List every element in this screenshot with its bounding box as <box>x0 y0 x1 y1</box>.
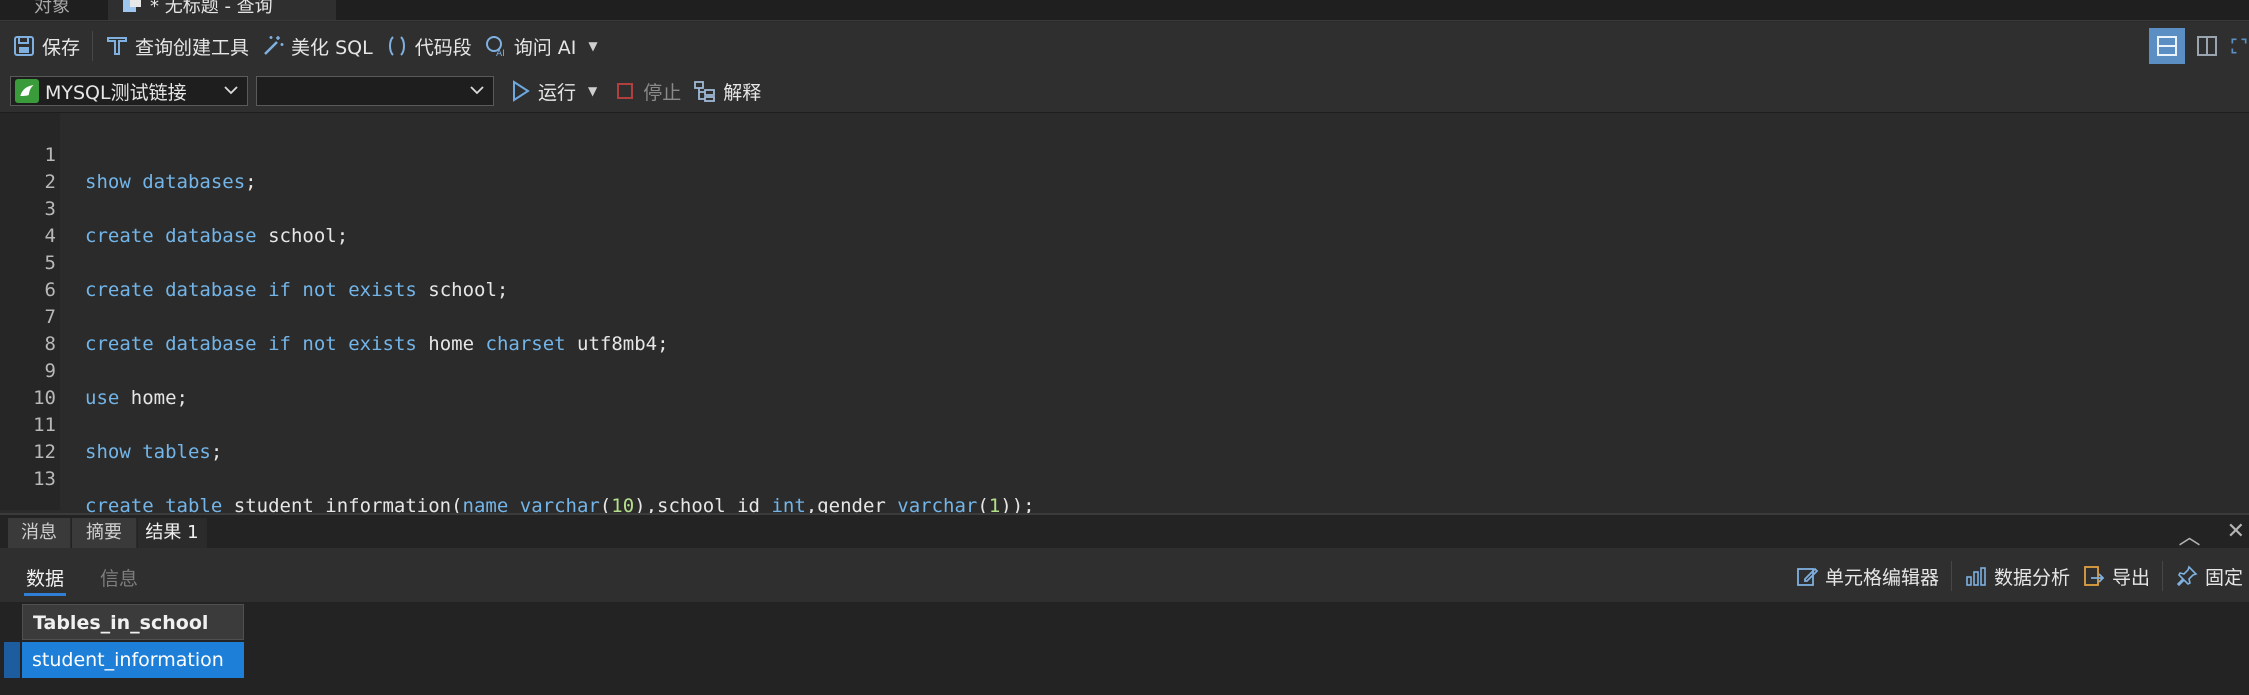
save-button[interactable]: 保存 <box>6 28 86 64</box>
run-button[interactable]: 运行 ▼ <box>502 73 603 109</box>
database-select[interactable] <box>256 76 494 106</box>
connection-select-value: MYSQL测试链接 <box>45 81 187 104</box>
beautify-sql-label: 美化 SQL <box>291 36 373 59</box>
tab-result-1[interactable]: 结果 1 <box>138 518 207 548</box>
query-builder-button[interactable]: 查询创建工具 <box>99 28 255 64</box>
result-panel-tabs: 消息 摘要 结果 1 ︿ ✕ <box>0 513 2249 551</box>
result-grid: Tables_in_school student_information <box>0 602 2249 695</box>
close-panel-icon[interactable]: ✕ <box>2227 519 2245 551</box>
stop-button[interactable]: 停止 <box>607 73 687 109</box>
code-snippet-button[interactable]: 代码段 <box>379 28 478 64</box>
chevron-down-icon <box>224 86 238 95</box>
pin-label: 固定 <box>2204 566 2243 589</box>
result-actions: 单元格编辑器 数据分析 导出 固定 <box>1789 558 2249 594</box>
split-vertical-icon <box>2197 36 2217 56</box>
tab-summary-label: 摘要 <box>86 522 122 543</box>
fullscreen-icon <box>2231 38 2247 54</box>
pin-icon <box>2176 565 2198 587</box>
save-label: 保存 <box>42 36 81 59</box>
ask-ai-label: 询问 AI <box>513 36 577 59</box>
stop-label: 停止 <box>643 81 682 104</box>
run-toolbar: MYSQL测试链接 运行 ▼ 停止 解释 <box>0 70 2249 113</box>
tab-messages[interactable]: 消息 <box>8 518 71 548</box>
cell-editor-label: 单元格编辑器 <box>1824 566 1939 589</box>
split-horizontal-icon <box>2157 36 2177 56</box>
export-button[interactable]: 导出 <box>2076 558 2156 594</box>
subtab-data[interactable]: 数据 <box>23 564 67 596</box>
query-builder-label: 查询创建工具 <box>135 36 250 59</box>
code-line[interactable]: 11 show tables; <box>0 385 222 463</box>
code-line[interactable]: 8 <box>0 304 56 355</box>
connection-select[interactable]: MYSQL测试链接 <box>10 76 248 106</box>
run-dropdown-icon[interactable]: ▼ <box>588 84 597 98</box>
edit-pencil-icon <box>1797 567 1819 586</box>
code-line[interactable]: 5 create database if not exists school; <box>0 223 509 301</box>
query-builder-icon <box>107 37 128 55</box>
code-line[interactable]: 12 <box>0 412 56 463</box>
chevron-down-icon <box>470 86 484 95</box>
export-icon <box>2084 566 2105 586</box>
code-line[interactable]: 10 <box>0 358 56 409</box>
ask-ai-dropdown-icon[interactable]: ▼ <box>588 39 597 53</box>
fullscreen-button[interactable] <box>2229 28 2249 64</box>
toolbar-separator <box>2161 561 2163 591</box>
code-line[interactable]: 3 create database school; <box>0 169 349 247</box>
explain-icon <box>694 81 716 102</box>
tab-objects[interactable]: 对象 <box>20 0 120 20</box>
ai-assistant-icon: AI <box>485 36 505 58</box>
explain-button[interactable]: 解释 <box>687 73 767 109</box>
tab-untitled-query[interactable]: * 无标题 - 查询 <box>108 0 336 20</box>
sql-editor[interactable]: 1 show databases; 2 3 create database sc… <box>0 113 2249 517</box>
tab-untitled-query-label: * 无标题 - 查询 <box>150 0 273 17</box>
query-toolbar: 保存 查询创建工具 美化 SQL 代码段 AI 询问 AI ▼ <box>0 22 2249 70</box>
tab-result-1-label: 结果 1 <box>145 522 199 543</box>
tab-messages-label: 消息 <box>21 522 57 543</box>
play-icon <box>513 80 530 102</box>
beautify-sql-button[interactable]: 美化 SQL <box>255 28 379 64</box>
column-header-tables-in-school[interactable]: Tables_in_school <box>22 604 244 640</box>
panel-controls: ︿ ✕ <box>2179 519 2245 551</box>
split-vertical-button[interactable] <box>2189 28 2225 64</box>
line-number: 13 <box>33 468 56 490</box>
data-analysis-label: 数据分析 <box>1993 566 2070 589</box>
save-icon <box>14 36 34 56</box>
row-selector[interactable] <box>4 642 20 678</box>
code-line[interactable]: 6 <box>0 250 56 301</box>
layout-buttons <box>2149 28 2249 64</box>
explain-label: 解释 <box>723 81 762 104</box>
table-row[interactable]: student_information <box>22 642 244 678</box>
code-line[interactable]: 13 create table student_information(name… <box>0 439 1035 517</box>
stop-icon <box>617 83 634 99</box>
export-label: 导出 <box>2111 566 2150 589</box>
collapse-panel-icon[interactable]: ︿ <box>2179 519 2201 551</box>
code-line[interactable]: 1 show databases; <box>0 115 257 193</box>
subtab-info[interactable]: 信息 <box>100 564 138 591</box>
code-line[interactable]: 9 use home; <box>0 331 188 409</box>
mysql-connection-icon <box>15 79 39 103</box>
code-line[interactable]: 7 create database if not exists home cha… <box>0 277 669 355</box>
magic-wand-icon <box>264 36 284 55</box>
tab-summary[interactable]: 摘要 <box>72 518 137 548</box>
query-tab-icon <box>123 0 141 12</box>
bar-chart-icon <box>1966 567 1986 586</box>
split-horizontal-button[interactable] <box>2149 28 2185 64</box>
code-line[interactable]: 2 <box>0 142 56 193</box>
toolbar-separator <box>1950 561 1952 591</box>
tab-objects-label: 对象 <box>34 0 70 17</box>
result-subbar: 数据 信息 单元格编辑器 数据分析 导出 固定 <box>0 548 2249 602</box>
code-snippet-label: 代码段 <box>414 36 472 59</box>
run-label: 运行 <box>538 81 577 104</box>
code-line[interactable]: 4 <box>0 196 56 247</box>
cell-editor-button[interactable]: 单元格编辑器 <box>1789 558 1945 594</box>
svg-text:AI: AI <box>496 49 505 58</box>
data-analysis-button[interactable]: 数据分析 <box>1958 558 2076 594</box>
ask-ai-button[interactable]: AI 询问 AI ▼ <box>478 28 604 64</box>
toolbar-separator <box>92 31 94 61</box>
document-tab-strip: 对象 * 无标题 - 查询 <box>0 0 2249 21</box>
code-snippet-icon <box>388 36 405 56</box>
pin-button[interactable]: 固定 <box>2169 558 2249 594</box>
